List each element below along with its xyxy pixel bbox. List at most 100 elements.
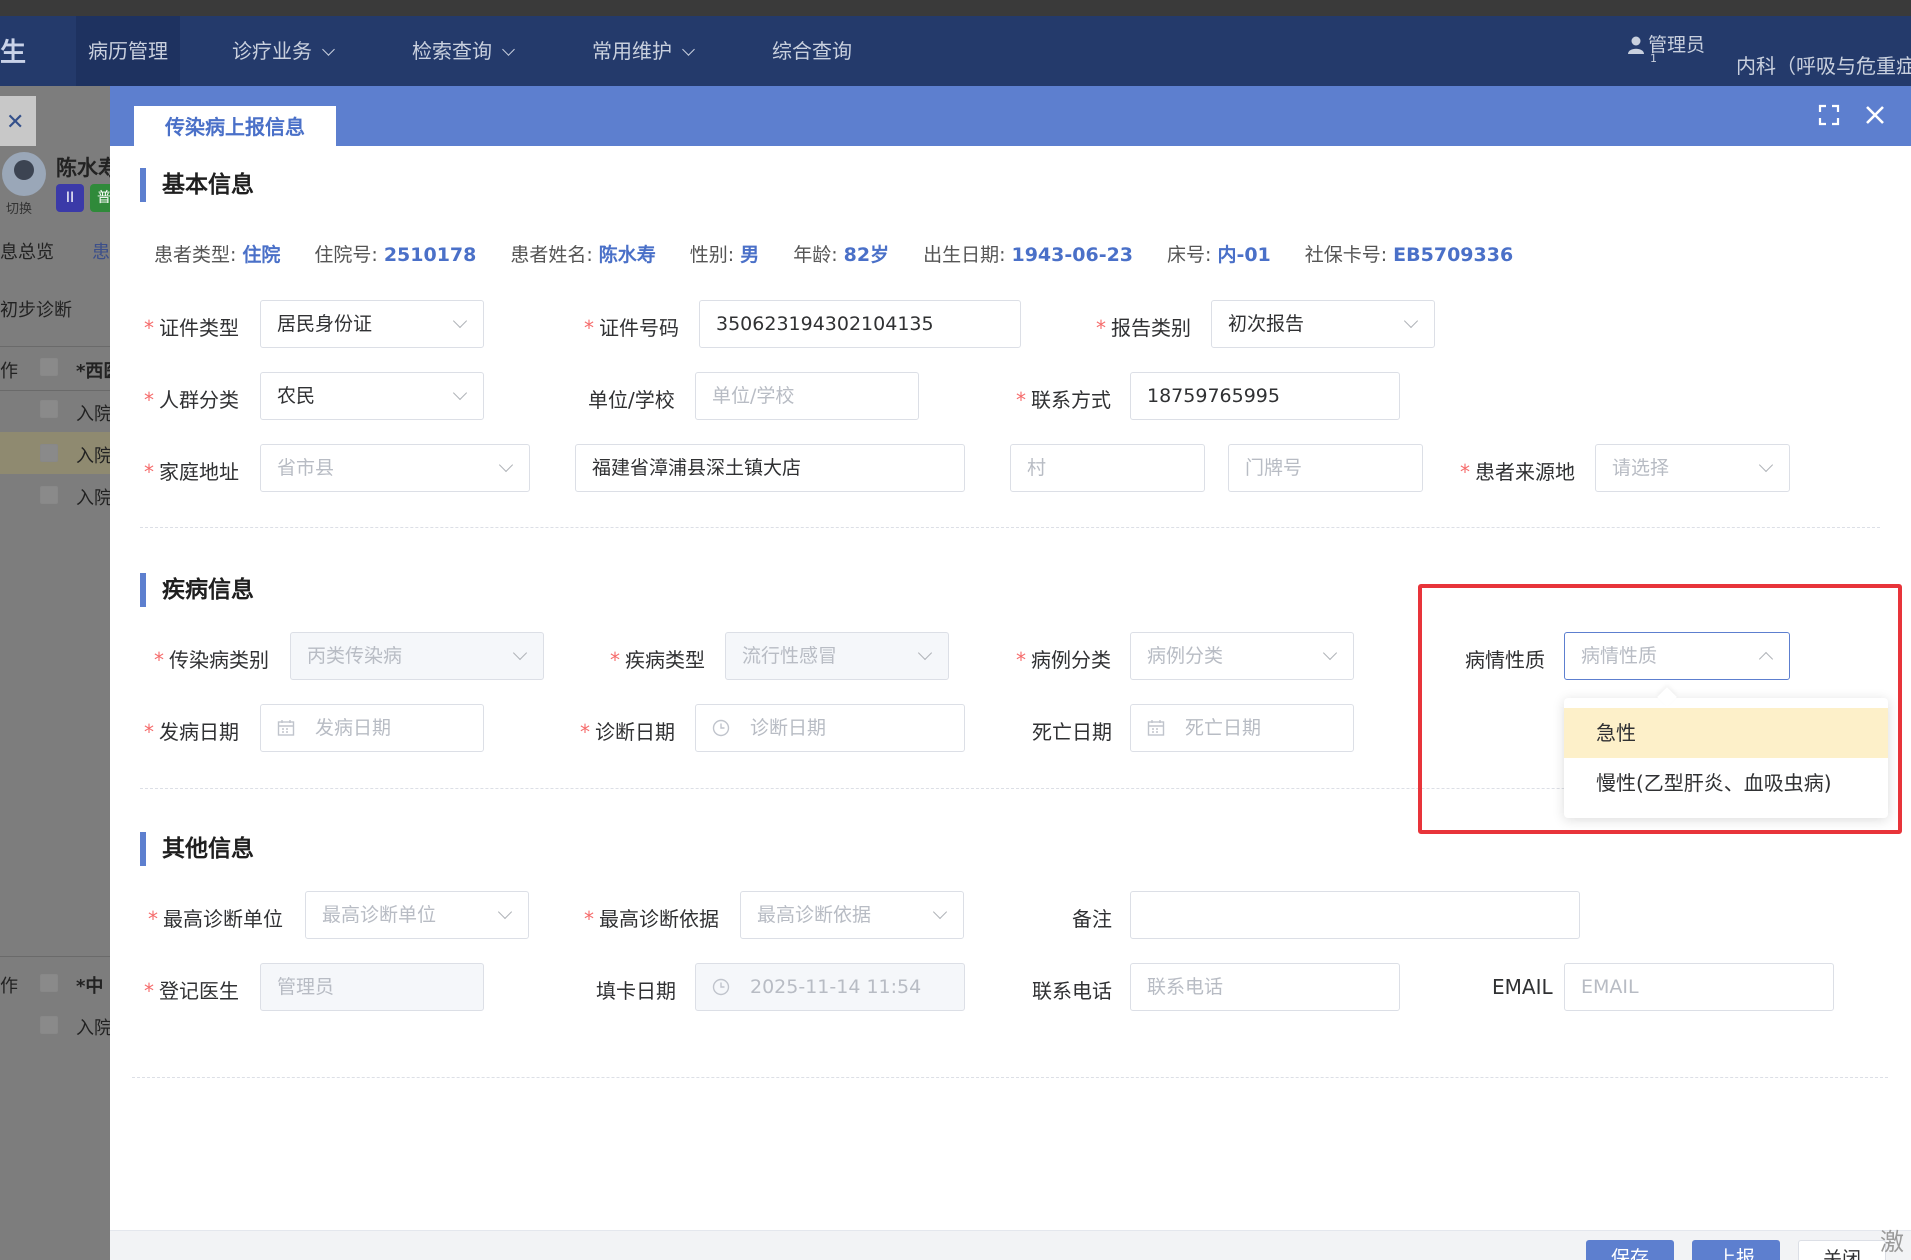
nav-item-search[interactable]: 检索查询 — [400, 16, 525, 86]
phone-label: 联系电话 — [1032, 979, 1112, 1003]
registering-doctor-input[interactable]: 管理员 — [260, 963, 484, 1011]
top-diagnosis-basis-label: * 最高诊断依据 — [584, 907, 719, 931]
email-input[interactable]: EMAIL — [1564, 963, 1834, 1011]
info-value: 男 — [740, 244, 760, 266]
section-divider — [132, 1077, 1888, 1078]
close-icon[interactable]: ✕ — [6, 110, 24, 135]
nav-item-general-query[interactable]: 综合查询 — [760, 16, 864, 86]
clock-icon — [712, 978, 730, 996]
patient-source-select[interactable]: 请选择 — [1595, 444, 1790, 492]
checkbox[interactable] — [40, 400, 58, 418]
background-col-mid: *中 — [76, 976, 104, 997]
info-label: 床号: — [1167, 244, 1212, 266]
checkbox[interactable] — [40, 358, 58, 376]
unit-school-label: 单位/学校 — [588, 388, 675, 412]
info-label: 住院号: — [314, 244, 378, 266]
top-diagnosis-unit-label: * 最高诊断单位 — [148, 907, 283, 931]
checkbox[interactable] — [40, 486, 58, 504]
close-icon[interactable] — [1862, 102, 1888, 128]
nav-item-medical-records[interactable]: 病历管理 — [76, 16, 180, 86]
chevron-down-icon — [502, 43, 515, 56]
death-date-label: 死亡日期 — [1032, 720, 1112, 744]
save-button[interactable]: 保存 — [1586, 1240, 1674, 1260]
unit-school-input[interactable]: 单位/学校 — [695, 372, 919, 420]
info-value: 82岁 — [843, 244, 890, 266]
id-type-select[interactable]: 居民身份证 — [260, 300, 484, 348]
info-value: EB5709336 — [1393, 244, 1514, 266]
background-row: 入院 — [76, 404, 112, 425]
patient-info-bar: 患者类型: 住院 住院号: 2510178 患者姓名: 陈水寿 性别: 男 年龄: 82岁 出生日期… — [154, 240, 1547, 267]
department-selector[interactable]: 内科（呼吸与危重症 — [1736, 50, 1911, 79]
crowd-type-select[interactable]: 农民 — [260, 372, 484, 420]
report-type-select[interactable]: 初次报告 — [1211, 300, 1435, 348]
nav-item-maintenance[interactable]: 常用维护 — [580, 16, 705, 86]
divider — [0, 346, 110, 347]
nav-item-clinical[interactable]: 诊疗业务 — [220, 16, 345, 86]
fill-date-label: 填卡日期 — [596, 979, 676, 1003]
id-number-label: * 证件号码 — [584, 316, 679, 340]
info-label: 患者姓名: — [510, 244, 593, 266]
case-classification-select[interactable]: 病例分类 — [1130, 632, 1354, 680]
chevron-down-icon — [1403, 313, 1419, 329]
onset-date-picker[interactable]: 发病日期 — [260, 704, 484, 752]
id-type-label: * 证件类型 — [144, 316, 239, 340]
checkbox[interactable] — [40, 974, 58, 992]
case-classification-label: * 病例分类 — [1016, 648, 1111, 672]
report-button[interactable]: 上报 — [1692, 1240, 1780, 1260]
top-diagnosis-unit-select[interactable]: 最高诊断单位 — [305, 891, 529, 939]
registering-doctor-label: * 登记医生 — [144, 979, 239, 1003]
section-title-basic: 基本信息 — [140, 168, 254, 202]
background-row: 入院 — [76, 446, 112, 467]
disease-type-label: * 疾病类型 — [610, 648, 705, 672]
disease-type-select[interactable]: 流行性感冒 — [725, 632, 949, 680]
contact-label: * 联系方式 — [1016, 388, 1111, 412]
avatar[interactable] — [2, 152, 46, 196]
nav-item-label: 病历管理 — [88, 39, 168, 63]
checkbox[interactable] — [40, 1016, 58, 1034]
nav-item-label: 检索查询 — [412, 39, 492, 63]
chevron-down-icon — [452, 313, 468, 329]
chevron-down-icon — [917, 645, 933, 661]
info-value: 1943-06-23 — [1011, 244, 1134, 266]
contact-input[interactable]: 18759765995 — [1130, 372, 1400, 420]
address-detail-input[interactable]: 福建省漳浦县深土镇大店 — [575, 444, 965, 492]
user-menu[interactable]: 管理员 1 — [1628, 30, 1705, 65]
background-tab-overview[interactable]: 息总览 — [0, 238, 54, 264]
info-label: 社保卡号: — [1304, 244, 1388, 266]
calendar-icon — [1147, 720, 1165, 736]
door-number-input[interactable]: 门牌号 — [1228, 444, 1423, 492]
disease-category-select[interactable]: 丙类传染病 — [290, 632, 544, 680]
modal-tab-title[interactable]: 传染病上报信息 — [134, 106, 336, 146]
chevron-down-icon — [1758, 457, 1774, 473]
window-top-strip — [0, 0, 1911, 16]
background-row: 入院 — [76, 1018, 112, 1039]
chevron-down-icon — [497, 904, 513, 920]
village-input[interactable]: 村 — [1010, 444, 1205, 492]
background-tab-patient[interactable]: 患 — [92, 238, 110, 264]
checkbox[interactable] — [40, 444, 58, 462]
user-icon — [1628, 36, 1644, 54]
id-number-input[interactable]: 350623194302104135 — [699, 300, 1021, 348]
top-diagnosis-basis-select[interactable]: 最高诊断依据 — [740, 891, 964, 939]
chevron-down-icon — [1322, 645, 1338, 661]
diagnosis-date-label: * 诊断日期 — [580, 720, 675, 744]
info-value: 陈水寿 — [598, 244, 656, 266]
chevron-down-icon — [682, 43, 695, 56]
maximize-icon[interactable] — [1818, 104, 1840, 126]
patient-source-label: * 患者来源地 — [1460, 460, 1575, 484]
fill-date-picker[interactable]: 2025-11-14 11:54 — [695, 963, 965, 1011]
chevron-down-icon — [322, 43, 335, 56]
info-label: 患者类型: — [154, 244, 237, 266]
remark-input[interactable] — [1130, 891, 1580, 939]
death-date-picker[interactable]: 死亡日期 — [1130, 704, 1354, 752]
section-divider — [140, 527, 1880, 528]
home-address-label: * 家庭地址 — [144, 460, 239, 484]
close-button[interactable]: 关闭 — [1798, 1240, 1886, 1260]
diagnosis-date-picker[interactable]: 诊断日期 — [695, 704, 965, 752]
divider — [0, 390, 110, 391]
switch-label[interactable]: 切换 — [6, 198, 32, 217]
chevron-down-icon — [932, 904, 948, 920]
top-navbar: 生 病历管理 诊疗业务 检索查询 常用维护 综合查询 管理员 1 内科（呼吸与危… — [0, 16, 1911, 86]
phone-input[interactable]: 联系电话 — [1130, 963, 1400, 1011]
address-region-select[interactable]: 省市县 — [260, 444, 530, 492]
